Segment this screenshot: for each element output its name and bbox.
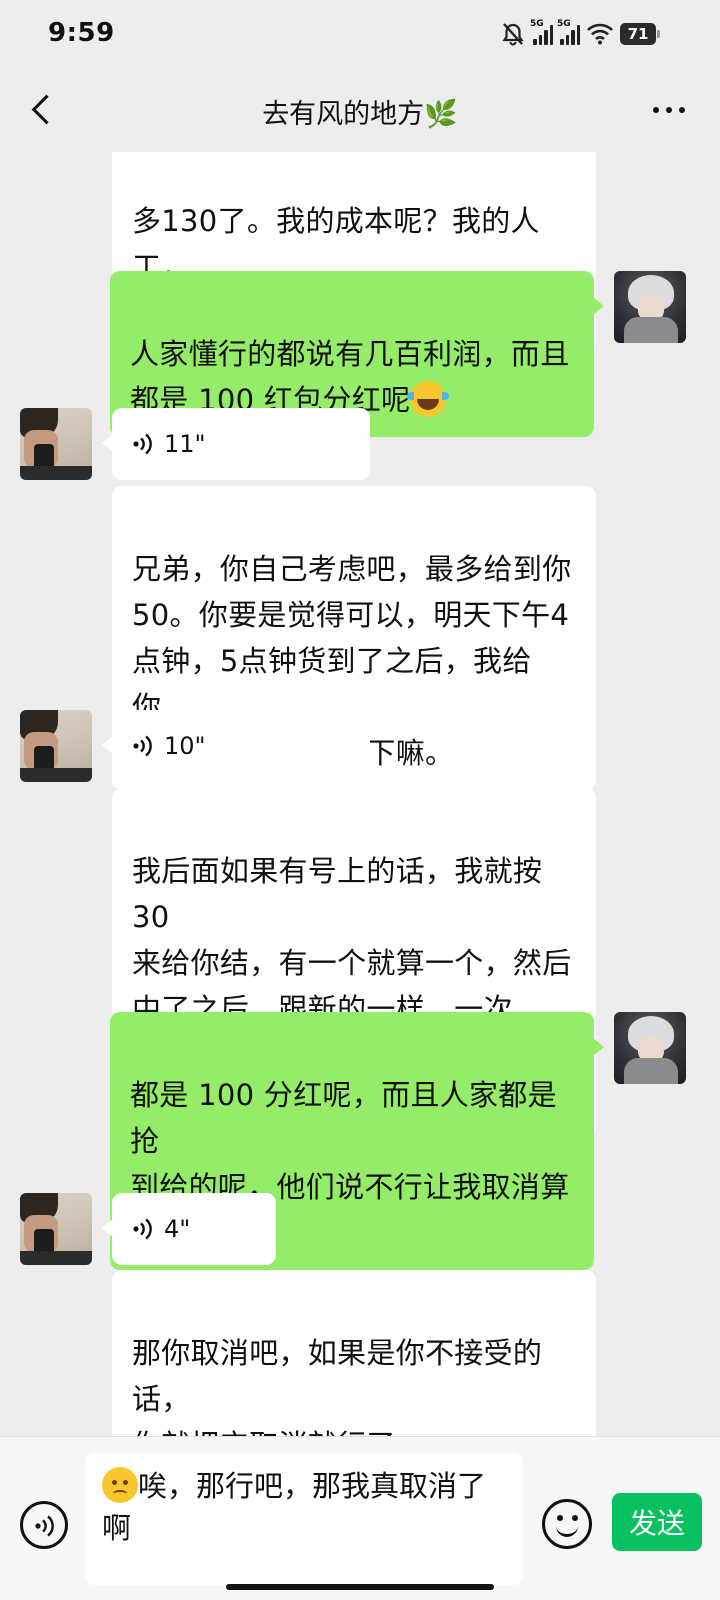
voice-wave-icon bbox=[35, 1515, 54, 1537]
my-avatar[interactable] bbox=[614, 1012, 686, 1084]
voice-message[interactable]: 4" bbox=[102, 1193, 276, 1265]
peer-avatar[interactable] bbox=[20, 710, 92, 782]
mute-bell-icon bbox=[500, 21, 526, 47]
home-indicator[interactable] bbox=[226, 1584, 494, 1590]
message-input[interactable]: 唉，那行吧，那我真取消了 啊 bbox=[86, 1453, 522, 1585]
signal-5g-label: 5G bbox=[557, 19, 571, 29]
peer-text-message[interactable]: 那你取消吧，如果是你不接受的话， 你就把它取消就行了。 bbox=[112, 1270, 596, 1436]
battery-icon: 71 bbox=[620, 23, 660, 45]
message-input-text: 唉，那行吧，那我真取消了 啊 bbox=[102, 1469, 487, 1545]
my-avatar[interactable] bbox=[614, 271, 686, 343]
signal-5g-icon: 5G bbox=[557, 19, 580, 45]
message-text: 那你取消吧，如果是你不接受的话， 你就把它取消就行了。 bbox=[132, 1336, 543, 1436]
input-bar: 唉，那行吧，那我真取消了 啊 发送 bbox=[0, 1436, 720, 1600]
signal-5g-icon: 5G bbox=[530, 19, 553, 45]
voice-message[interactable]: 11" bbox=[102, 408, 370, 480]
more-dots-icon[interactable] bbox=[644, 92, 694, 128]
voice-duration: 10" bbox=[164, 732, 206, 760]
sad-face-emoji bbox=[102, 1467, 138, 1503]
voice-duration: 4" bbox=[164, 1215, 191, 1243]
voice-wave-icon bbox=[133, 735, 152, 757]
status-icons: 5G 5G 71 bbox=[500, 19, 660, 48]
chat-header: 去有风的地方🌿 bbox=[0, 68, 720, 152]
laughing-tears-emoji bbox=[407, 381, 450, 417]
voice-message[interactable]: 10" bbox=[102, 710, 370, 782]
status-bar: 9:59 5G 5G 71 bbox=[0, 0, 720, 68]
status-time: 9:59 bbox=[48, 18, 115, 48]
send-button[interactable]: 发送 bbox=[612, 1493, 702, 1551]
voice-input-button[interactable] bbox=[20, 1501, 68, 1549]
chat-title: 去有风的地方🌿 bbox=[262, 99, 458, 130]
emoji-button[interactable] bbox=[542, 1499, 592, 1549]
voice-duration: 11" bbox=[164, 430, 206, 458]
peer-avatar[interactable] bbox=[20, 408, 92, 480]
wifi-icon bbox=[587, 23, 613, 45]
voice-wave-icon bbox=[133, 1218, 152, 1240]
peer-avatar[interactable] bbox=[20, 1193, 92, 1265]
voice-wave-icon bbox=[133, 433, 152, 455]
signal-5g-label: 5G bbox=[530, 19, 544, 29]
message-list[interactable]: 多130了。我的成本呢？我的人工， 我下来根本不挣钱，是不是？ 人家懂行的都说有… bbox=[0, 152, 720, 1436]
message-text: 人家懂行的都说有几百利润，而且 都是 100 红包分红呢 bbox=[130, 337, 570, 417]
